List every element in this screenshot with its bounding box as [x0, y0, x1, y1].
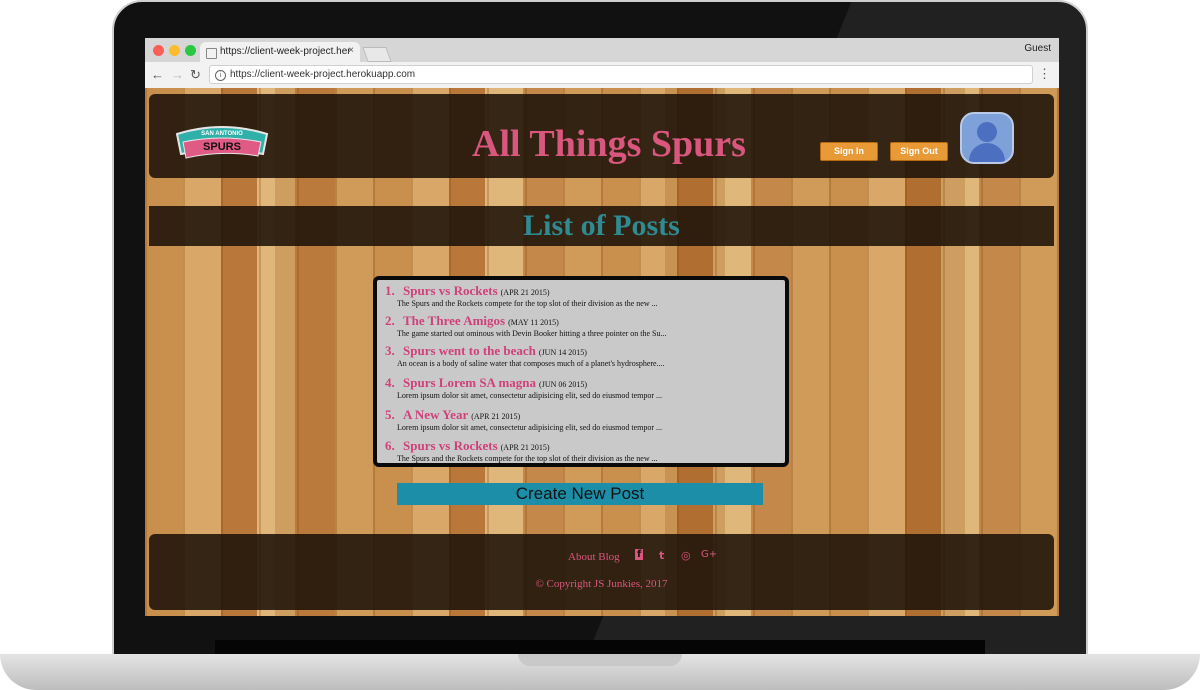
post-title-link[interactable]: Spurs vs Rockets: [403, 438, 498, 453]
logo-wordmark: SPURS: [203, 141, 241, 153]
post-excerpt: The Spurs and the Rockets compete for th…: [397, 454, 658, 463]
info-icon[interactable]: i: [215, 70, 226, 81]
google-plus-icon[interactable]: G+: [701, 549, 717, 560]
create-post-button[interactable]: Create New Post: [397, 483, 763, 505]
tab-close-icon[interactable]: ×: [348, 45, 354, 56]
post-date: (MAY 11 2015): [508, 318, 559, 327]
site-title: All Things Spurs: [472, 123, 746, 165]
post-number: 4.: [385, 375, 395, 390]
site-footer: About Blog f t ◎ G+ © Copyright JS Junki…: [149, 534, 1054, 610]
new-tab-button[interactable]: [362, 47, 392, 62]
address-bar[interactable]: i https://client-week-project.herokuapp.…: [209, 65, 1033, 84]
page-content: SAN ANTONIO SPURS All Things Spurs Sign …: [145, 88, 1059, 616]
post-date: (APR 21 2015): [471, 412, 521, 421]
post-excerpt: The Spurs and the Rockets compete for th…: [397, 299, 658, 308]
about-blog-link[interactable]: About Blog: [568, 551, 620, 563]
facebook-icon[interactable]: f: [635, 549, 644, 560]
logo-caption: SAN ANTONIO: [201, 131, 243, 137]
post-title-link[interactable]: Spurs vs Rockets: [403, 283, 498, 298]
page-icon: [206, 48, 217, 59]
laptop-notch: [518, 654, 682, 666]
post-date: (JUN 06 2015): [539, 380, 588, 389]
section-band: List of Posts: [149, 206, 1054, 246]
profile-label[interactable]: Guest: [1024, 43, 1051, 54]
browser-window: https://client-week-project.her × Guest …: [145, 38, 1059, 616]
list-item[interactable]: 1. Spurs vs Rockets (APR 21 2015) The Spur…: [385, 283, 785, 309]
post-excerpt: An ocean is a body of saline water that …: [397, 359, 665, 368]
post-excerpt: Lorem ipsum dolor sit amet, consectetur …: [397, 423, 663, 432]
list-item[interactable]: 6. Spurs vs Rockets (APR 21 2015) The Spur…: [385, 438, 785, 464]
avatar[interactable]: [960, 112, 1014, 164]
forward-icon[interactable]: →: [171, 67, 184, 82]
post-number: 5.: [385, 407, 395, 422]
list-item[interactable]: 5. A New Year (APR 21 2015) Lorem ipsum do…: [385, 407, 785, 433]
spurs-logo[interactable]: SAN ANTONIO SPURS: [173, 122, 271, 162]
posts-list: 1. Spurs vs Rockets (APR 21 2015) The Spur…: [373, 276, 789, 467]
sign-out-button[interactable]: Sign Out: [890, 142, 948, 161]
tab-title: https://client-week-project.her: [220, 46, 351, 57]
tab-bar: https://client-week-project.her × Guest: [145, 38, 1059, 62]
post-title-link[interactable]: The Three Amigos: [403, 313, 505, 328]
post-excerpt: The game started out ominous with Devin …: [397, 329, 667, 338]
maximize-window-dot[interactable]: [185, 45, 196, 56]
list-item[interactable]: 2. The Three Amigos (MAY 11 2015) The game…: [385, 313, 785, 339]
avatar-head-icon: [977, 122, 997, 142]
close-window-dot[interactable]: [153, 45, 164, 56]
post-date: (JUN 14 2015): [538, 348, 587, 357]
list-item[interactable]: 4. Spurs Lorem SA magna (JUN 06 2015) Lore…: [385, 375, 785, 401]
post-date: (APR 21 2015): [500, 288, 550, 297]
post-date: (APR 21 2015): [500, 443, 550, 452]
post-title-link[interactable]: A New Year: [403, 407, 468, 422]
post-title-link[interactable]: Spurs went to the beach: [403, 343, 536, 358]
post-number: 1.: [385, 283, 395, 298]
browser-menu-icon[interactable]: ⋮: [1038, 66, 1051, 82]
section-title: List of Posts: [523, 209, 680, 242]
post-excerpt: Lorem ipsum dolor sit amet, consectetur …: [397, 391, 663, 400]
laptop-hinge: [215, 640, 985, 654]
post-title-link[interactable]: Spurs Lorem SA magna: [403, 375, 536, 390]
instagram-icon[interactable]: ◎: [681, 549, 691, 562]
sign-in-button[interactable]: Sign In: [820, 142, 878, 161]
avatar-body-icon: [969, 143, 1005, 162]
url-text: https://client-week-project.herokuapp.co…: [230, 69, 416, 80]
twitter-icon[interactable]: t: [659, 549, 664, 562]
minimize-window-dot[interactable]: [169, 45, 180, 56]
browser-toolbar: ← → ↻ i https://client-week-project.hero…: [145, 62, 1059, 89]
browser-tab[interactable]: https://client-week-project.her ×: [200, 42, 360, 62]
copyright-text: © Copyright JS Junkies, 2017: [535, 578, 668, 590]
list-item[interactable]: 3. Spurs went to the beach (JUN 14 2015) A…: [385, 343, 785, 369]
site-header: SAN ANTONIO SPURS All Things Spurs Sign …: [149, 94, 1054, 178]
post-number: 3.: [385, 343, 395, 358]
post-number: 6.: [385, 438, 395, 453]
reload-icon[interactable]: ↻: [190, 67, 201, 83]
back-icon[interactable]: ←: [151, 67, 164, 82]
post-number: 2.: [385, 313, 395, 328]
